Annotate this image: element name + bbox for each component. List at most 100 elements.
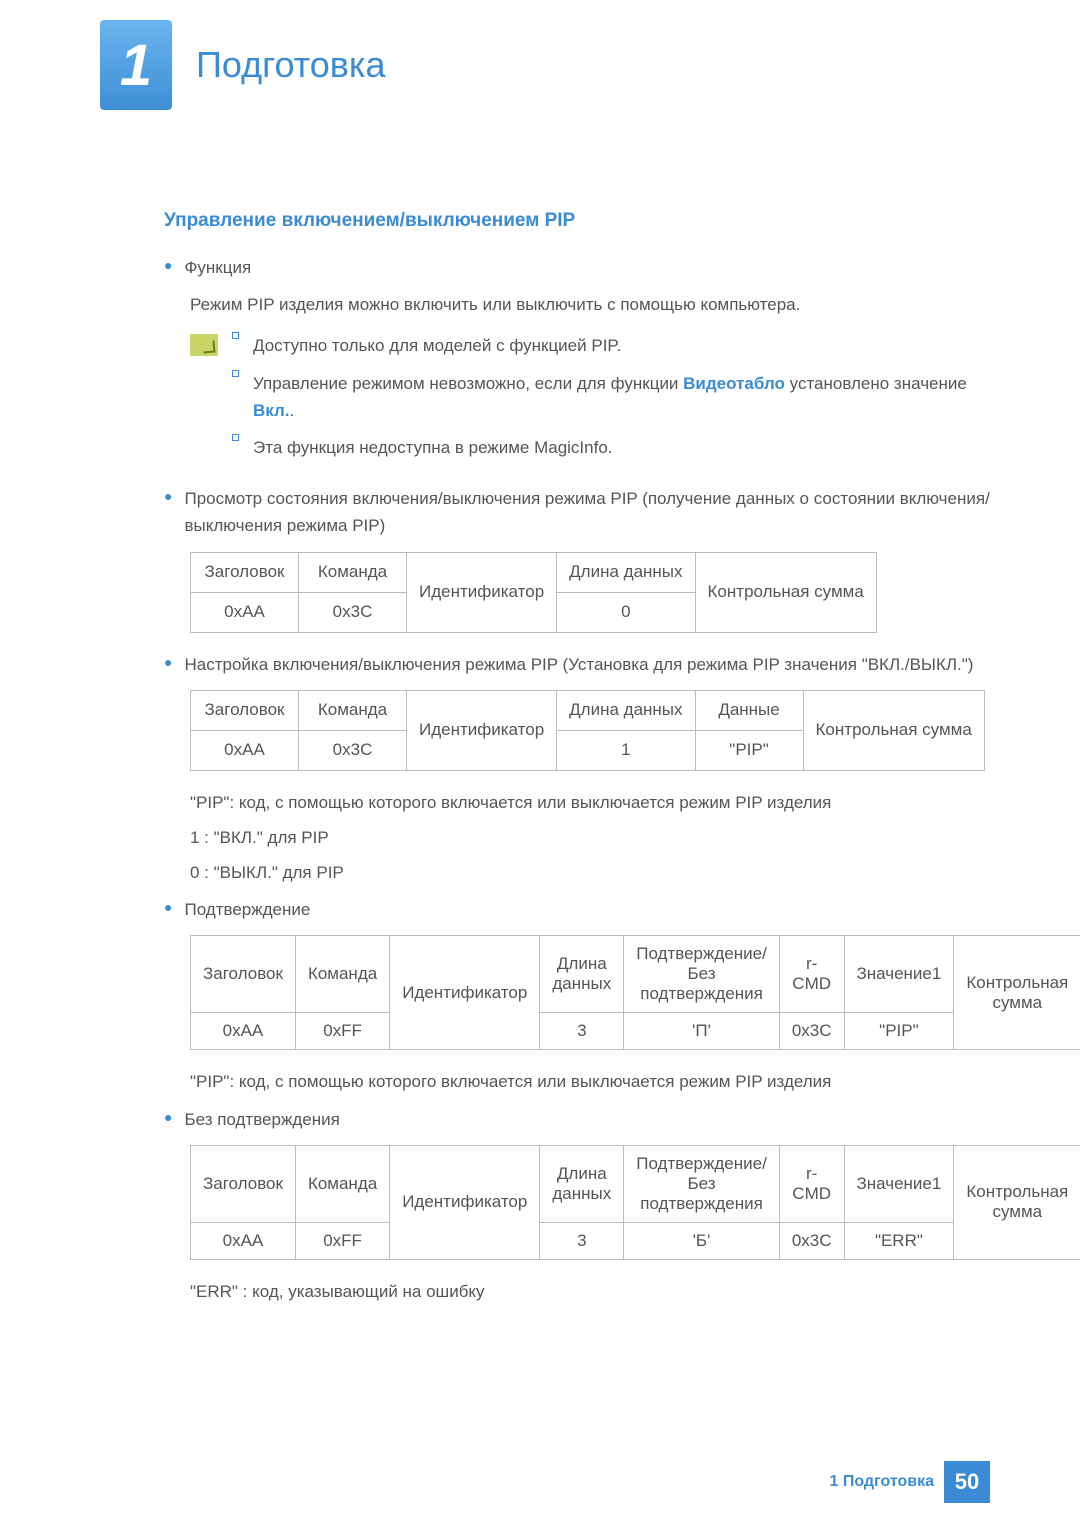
table-row: Заголовок Команда Идентификатор Длина да… — [191, 1145, 1080, 1222]
td-command-val: 0x3C — [299, 592, 407, 632]
td-ack-val: 'П' — [624, 1013, 780, 1050]
status-title: Просмотр состояния включения/выключения … — [184, 485, 990, 539]
chapter-title: Подготовка — [196, 44, 385, 86]
th-acknak: Подтверждение/Без подтверждения — [624, 936, 780, 1013]
ack-label: Подтверждение — [184, 896, 990, 923]
chapter-number-badge: 1 — [100, 20, 172, 110]
td-len-val: 0 — [557, 592, 695, 632]
footer-page-number: 50 — [944, 1461, 990, 1503]
th-header: Заголовок — [191, 552, 299, 592]
th-checksum: Контрольная сумма — [954, 936, 1080, 1050]
td-command-val: 0xFF — [295, 1013, 389, 1050]
bullet-status: ● Просмотр состояния включения/выключени… — [164, 485, 990, 539]
th-command: Команда — [295, 1145, 389, 1222]
note-text-2e: . — [290, 401, 295, 420]
note-list: Доступно только для моделей с функцией P… — [232, 332, 990, 471]
note-text-2a: Управление режимом невозможно, если для … — [253, 374, 683, 393]
table-nak: Заголовок Команда Идентификатор Длина да… — [190, 1145, 1080, 1260]
bullet-dot-icon: ● — [164, 651, 172, 678]
note-text-2c: установлено значение — [785, 374, 967, 393]
bullet-dot-icon: ● — [164, 485, 172, 539]
bullet-dot-icon: ● — [164, 1106, 172, 1133]
function-desc: Режим PIP изделия можно включить или вык… — [190, 291, 990, 318]
td-header-val: 0xAA — [191, 730, 299, 770]
td-header-val: 0xAA — [191, 1222, 296, 1259]
bullet-set: ● Настройка включения/выключения режима … — [164, 651, 990, 678]
chapter-header: 1 Подготовка — [100, 20, 990, 110]
note-text-3: Эта функция недоступна в режиме MagicInf… — [253, 434, 990, 461]
th-command: Команда — [299, 690, 407, 730]
td-header-val: 0xAA — [191, 592, 299, 632]
th-rcmd: r-CMD — [779, 1145, 844, 1222]
nak-label: Без подтверждения — [184, 1106, 990, 1133]
page-footer: 1 Подготовка 50 — [829, 1461, 990, 1503]
bullet-dot-icon: ● — [164, 254, 172, 281]
footer-text: 1 Подготовка — [829, 1473, 934, 1491]
th-header: Заголовок — [191, 936, 296, 1013]
td-header-val: 0xAA — [191, 1013, 296, 1050]
table-row: 0xAA 0xFF 3 'Б' 0x3C "ERR" — [191, 1222, 1080, 1259]
table-row: Заголовок Команда Идентификатор Длина да… — [191, 936, 1080, 1013]
th-acknak: Подтверждение/Без подтверждения — [624, 1145, 780, 1222]
td-val1-val: "PIP" — [844, 1013, 954, 1050]
table-row: Заголовок Команда Идентификатор Длина да… — [191, 552, 877, 592]
page: 1 Подготовка Управление включением/выклю… — [0, 0, 1080, 1527]
td-command-val: 0xFF — [295, 1222, 389, 1259]
set-title: Настройка включения/выключения режима PI… — [184, 651, 990, 678]
th-rcmd: r-CMD — [779, 936, 844, 1013]
err-desc: "ERR" : код, указывающий на ошибку — [190, 1278, 990, 1305]
th-id: Идентификатор — [407, 552, 557, 632]
th-checksum: Контрольная сумма — [803, 690, 984, 770]
note-block: Доступно только для моделей с функцией P… — [190, 332, 990, 471]
table-row: 0xAA 0xFF 3 'П' 0x3C "PIP" — [191, 1013, 1080, 1050]
bullet-function: ● Функция — [164, 254, 990, 281]
th-val1: Значение1 — [844, 936, 954, 1013]
th-len: Длина данных — [557, 690, 695, 730]
square-bullet-icon — [232, 370, 239, 377]
th-len: Длина данных — [540, 1145, 624, 1222]
note-bold-videotablo: Видеотабло — [683, 374, 785, 393]
th-val1: Значение1 — [844, 1145, 954, 1222]
td-rcmd-val: 0x3C — [779, 1013, 844, 1050]
bullet-nak: ● Без подтверждения — [164, 1106, 990, 1133]
td-len-val: 3 — [540, 1013, 624, 1050]
th-len: Длина данных — [557, 552, 695, 592]
th-id: Идентификатор — [407, 690, 557, 770]
td-val1-val: "ERR" — [844, 1222, 954, 1259]
th-command: Команда — [295, 936, 389, 1013]
td-len-val: 1 — [557, 730, 695, 770]
pip-off: 0 : "ВЫКЛ." для PIP — [190, 859, 990, 886]
td-command-val: 0x3C — [299, 730, 407, 770]
function-label: Функция — [184, 254, 990, 281]
table-set: Заголовок Команда Идентификатор Длина да… — [190, 690, 985, 771]
note-text-1: Доступно только для моделей с функцией P… — [253, 332, 990, 359]
content-body: ● Функция Режим PIP изделия можно включи… — [164, 254, 990, 1305]
th-header: Заголовок — [191, 1145, 296, 1222]
note-item-2: Управление режимом невозможно, если для … — [232, 370, 990, 424]
note-bold-vkl: Вкл. — [253, 401, 290, 420]
note-icon — [190, 334, 218, 356]
pip-desc-2: "PIP": код, с помощью которого включаетс… — [190, 1068, 990, 1095]
th-checksum: Контрольная сумма — [954, 1145, 1080, 1259]
pip-on: 1 : "ВКЛ." для PIP — [190, 824, 990, 851]
square-bullet-icon — [232, 332, 239, 339]
pip-desc: "PIP": код, с помощью которого включаетс… — [190, 789, 990, 816]
note-item-1: Доступно только для моделей с функцией P… — [232, 332, 990, 359]
th-len: Длина данных — [540, 936, 624, 1013]
bullet-ack: ● Подтверждение — [164, 896, 990, 923]
td-ack-val: 'Б' — [624, 1222, 780, 1259]
td-len-val: 3 — [540, 1222, 624, 1259]
th-id: Идентификатор — [390, 1145, 540, 1259]
note-text-2: Управление режимом невозможно, если для … — [253, 370, 990, 424]
th-id: Идентификатор — [390, 936, 540, 1050]
section-title: Управление включением/выключением PIP — [164, 210, 990, 232]
th-checksum: Контрольная сумма — [695, 552, 876, 632]
table-ack: Заголовок Команда Идентификатор Длина да… — [190, 935, 1080, 1050]
bullet-dot-icon: ● — [164, 896, 172, 923]
th-header: Заголовок — [191, 690, 299, 730]
th-command: Команда — [299, 552, 407, 592]
th-data: Данные — [695, 690, 803, 730]
square-bullet-icon — [232, 434, 239, 441]
td-data-val: "PIP" — [695, 730, 803, 770]
note-item-3: Эта функция недоступна в режиме MagicInf… — [232, 434, 990, 461]
